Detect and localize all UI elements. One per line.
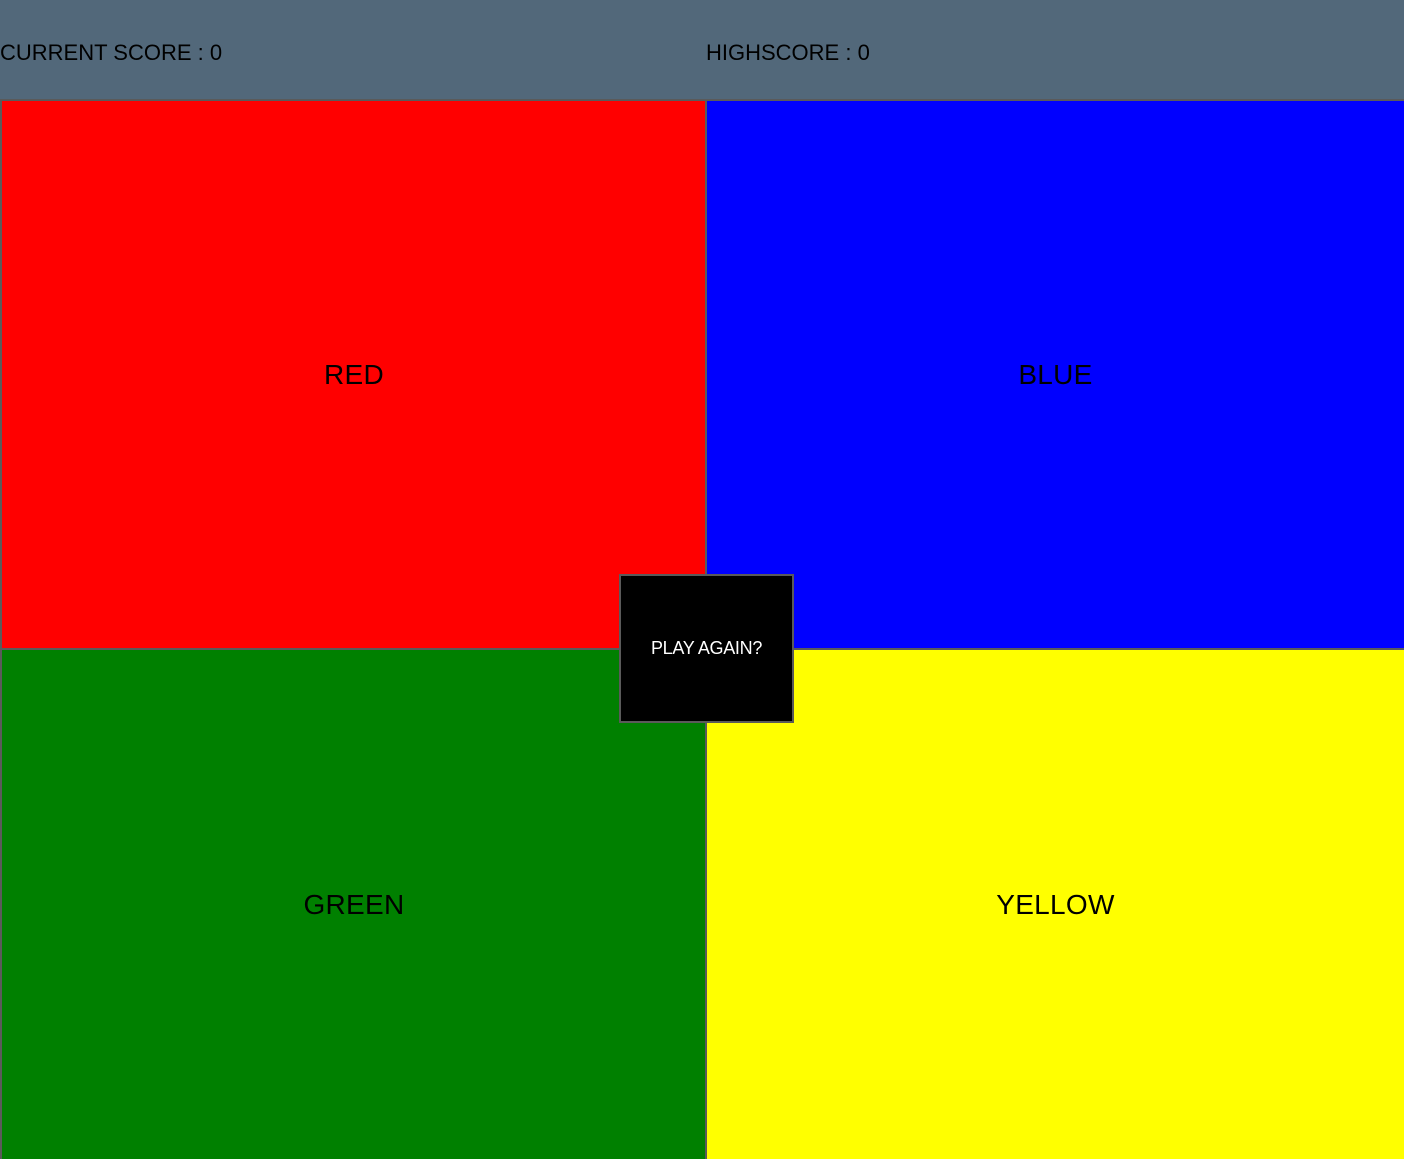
blue-tile-label: BLUE (1018, 359, 1093, 390)
red-tile[interactable]: RED (0, 99, 708, 651)
blue-tile[interactable]: BLUE (705, 99, 1404, 651)
highscore: HIGHSCORE : 0 (706, 40, 870, 65)
red-tile-label: RED (323, 359, 385, 390)
yellow-tile-label: YELLOW (996, 888, 1115, 920)
current-score: CURRENT SCORE : 0 (0, 40, 223, 65)
green-tile-label: GREEN (303, 888, 405, 920)
green-tile[interactable]: GREEN (0, 648, 708, 1159)
yellow-tile[interactable]: YELLOW (705, 648, 1404, 1159)
play-again-button[interactable]: PLAY AGAIN? (619, 574, 794, 723)
score-header: CURRENT SCORE : 0 HIGHSCORE : 0 (0, 0, 1404, 100)
game-page: CURRENT SCORE : 0 HIGHSCORE : 0 RED BLUE… (0, 0, 1404, 1159)
